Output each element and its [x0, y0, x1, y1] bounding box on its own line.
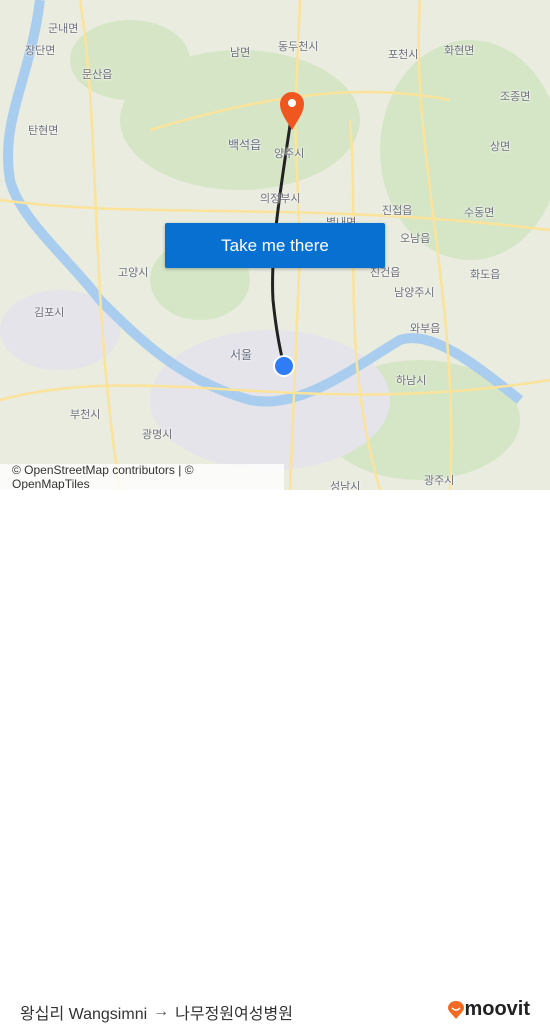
map-label: 의정부시: [260, 192, 301, 205]
map-attribution[interactable]: © OpenStreetMap contributors | © OpenMap…: [0, 463, 284, 490]
map-label: 군내면: [48, 22, 79, 35]
take-me-there-button[interactable]: Take me there: [165, 223, 385, 268]
brand-name: moovit: [464, 998, 530, 1020]
map-label: 와부읍: [410, 322, 441, 335]
map-label: 부천시: [70, 408, 101, 421]
map-label: 수동면: [464, 206, 495, 219]
map-label: 문산읍: [82, 68, 113, 81]
map-label: 남양주시: [394, 286, 435, 299]
map-label: 고양시: [118, 266, 149, 279]
map-label: 백석읍: [228, 138, 262, 152]
footer: 왕십리 Wangsimni → 나무정원여성병원 moovit: [0, 490, 550, 1023]
arrow-right-icon: →: [153, 1003, 170, 1020]
map-label: 진접읍: [382, 204, 413, 217]
route-summary: 왕십리 Wangsimni → 나무정원여성병원: [20, 1000, 293, 1024]
moovit-logo: moovit: [448, 998, 530, 1021]
map-label: 장단면: [25, 44, 56, 57]
origin-name: 왕십리 Wangsimni: [20, 1006, 148, 1023]
map-label: 광명시: [142, 428, 173, 441]
map-label: 조종면: [500, 90, 531, 103]
map-label: 탄현면: [28, 124, 59, 137]
map[interactable]: 군내면 장단면 문산읍 탄현면 남면 동두천시 포천시 화현면 조종면 백석읍 …: [0, 0, 550, 490]
map-label: 성남시: [330, 480, 361, 490]
destination-name: 나무정원여성병원: [175, 1006, 293, 1023]
map-label: 동두천시: [278, 40, 319, 53]
map-label: 화현면: [444, 44, 475, 57]
map-label: 양주시: [274, 147, 305, 160]
map-label: 광주시: [424, 474, 455, 487]
map-label: 서울: [230, 348, 253, 362]
map-label: 남면: [230, 46, 251, 59]
origin-marker-icon[interactable]: [273, 355, 295, 377]
map-label: 하남시: [396, 374, 427, 387]
moovit-pin-icon: [448, 1000, 465, 1019]
map-label: 김포시: [34, 306, 65, 319]
map-label: 상면: [490, 140, 511, 153]
map-label: 화도읍: [470, 268, 501, 281]
map-label: 오남읍: [400, 232, 431, 245]
map-label: 포천시: [388, 48, 419, 61]
